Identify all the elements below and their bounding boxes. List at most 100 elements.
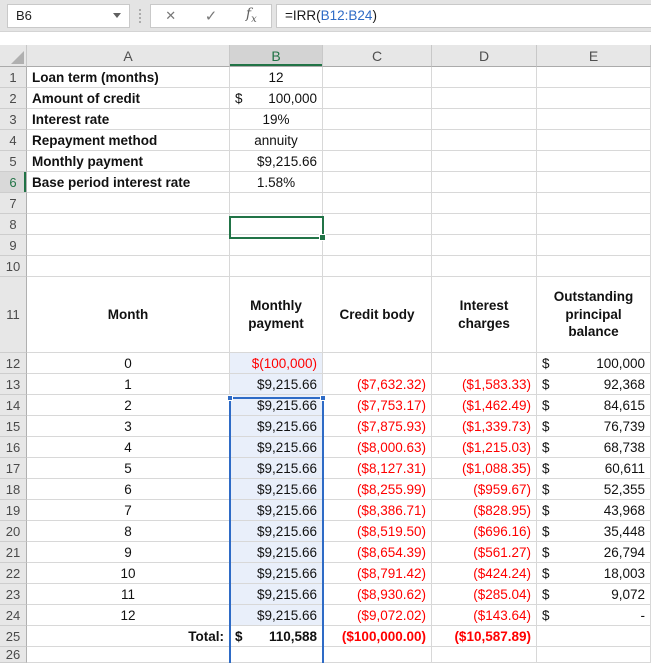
cell-A18[interactable]: 6 bbox=[27, 479, 230, 500]
cell-C21[interactable]: ($8,654.39) bbox=[323, 542, 432, 563]
cell-D24[interactable]: ($143.64) bbox=[432, 605, 537, 626]
row-header-23[interactable]: 23 bbox=[0, 584, 27, 605]
cell-D3[interactable] bbox=[432, 109, 537, 130]
row-header-10[interactable]: 10 bbox=[0, 256, 27, 277]
cell-D22[interactable]: ($424.24) bbox=[432, 563, 537, 584]
row-header-15[interactable]: 15 bbox=[0, 416, 27, 437]
cell-A26[interactable] bbox=[27, 647, 230, 663]
cell-C19[interactable]: ($8,386.71) bbox=[323, 500, 432, 521]
cell-A24[interactable]: 12 bbox=[27, 605, 230, 626]
row-header-11[interactable]: 11 bbox=[0, 277, 27, 353]
cell-A12[interactable]: 0 bbox=[27, 353, 230, 374]
cell-B13[interactable]: $9,215.66 bbox=[230, 374, 323, 395]
cell-A10[interactable] bbox=[27, 256, 230, 277]
cell-A16[interactable]: 4 bbox=[27, 437, 230, 458]
row-header-19[interactable]: 19 bbox=[0, 500, 27, 521]
cell-B10[interactable] bbox=[230, 256, 323, 277]
cell-D20[interactable]: ($696.16) bbox=[432, 521, 537, 542]
cell-C3[interactable] bbox=[323, 109, 432, 130]
cell-A1[interactable]: Loan term (months) bbox=[27, 67, 230, 88]
cell-B2[interactable]: $100,000 bbox=[230, 88, 323, 109]
row-header-8[interactable]: 8 bbox=[0, 214, 27, 235]
cell-A20[interactable]: 8 bbox=[27, 521, 230, 542]
row-header-9[interactable]: 9 bbox=[0, 235, 27, 256]
cell-C1[interactable] bbox=[323, 67, 432, 88]
cell-D19[interactable]: ($828.95) bbox=[432, 500, 537, 521]
cell-E13[interactable]: $92,368 bbox=[537, 374, 651, 395]
cell-D10[interactable] bbox=[432, 256, 537, 277]
range-handle-top-right[interactable] bbox=[320, 395, 326, 401]
cell-D7[interactable] bbox=[432, 193, 537, 214]
cell-B6[interactable]: 1.58% bbox=[230, 172, 323, 193]
cell-D2[interactable] bbox=[432, 88, 537, 109]
row-header-7[interactable]: 7 bbox=[0, 193, 27, 214]
name-box[interactable]: B6 bbox=[7, 3, 130, 28]
cell-D23[interactable]: ($285.04) bbox=[432, 584, 537, 605]
cell-C13[interactable]: ($7,632.32) bbox=[323, 374, 432, 395]
cell-C5[interactable] bbox=[323, 151, 432, 172]
cell-C11[interactable]: Credit body bbox=[323, 277, 432, 353]
cell-C18[interactable]: ($8,255.99) bbox=[323, 479, 432, 500]
row-header-13[interactable]: 13 bbox=[0, 374, 27, 395]
cell-D9[interactable] bbox=[432, 235, 537, 256]
row-header-4[interactable]: 4 bbox=[0, 130, 27, 151]
cell-D26[interactable] bbox=[432, 647, 537, 663]
cell-E5[interactable] bbox=[537, 151, 651, 172]
cell-D6[interactable] bbox=[432, 172, 537, 193]
cell-E16[interactable]: $68,738 bbox=[537, 437, 651, 458]
cell-C8[interactable] bbox=[323, 214, 432, 235]
range-handle-top-left[interactable] bbox=[227, 395, 233, 401]
cell-D1[interactable] bbox=[432, 67, 537, 88]
cell-A3[interactable]: Interest rate bbox=[27, 109, 230, 130]
cell-A15[interactable]: 3 bbox=[27, 416, 230, 437]
cell-A19[interactable]: 7 bbox=[27, 500, 230, 521]
cell-D11[interactable]: Interest charges bbox=[432, 277, 537, 353]
cell-A9[interactable] bbox=[27, 235, 230, 256]
cell-D16[interactable]: ($1,215.03) bbox=[432, 437, 537, 458]
cancel-icon[interactable]: ✕ bbox=[165, 8, 176, 24]
cell-A23[interactable]: 11 bbox=[27, 584, 230, 605]
row-header-14[interactable]: 14 bbox=[0, 395, 27, 416]
cell-C22[interactable]: ($8,791.42) bbox=[323, 563, 432, 584]
cell-E19[interactable]: $43,968 bbox=[537, 500, 651, 521]
cell-C10[interactable] bbox=[323, 256, 432, 277]
cell-A21[interactable]: 9 bbox=[27, 542, 230, 563]
cell-E3[interactable] bbox=[537, 109, 651, 130]
cell-E15[interactable]: $76,739 bbox=[537, 416, 651, 437]
cell-C15[interactable]: ($7,875.93) bbox=[323, 416, 432, 437]
cell-B12[interactable]: $(100,000) bbox=[230, 353, 323, 374]
row-header-26[interactable]: 26 bbox=[0, 647, 27, 663]
cell-E12[interactable]: $100,000 bbox=[537, 353, 651, 374]
column-header-d[interactable]: D bbox=[432, 45, 537, 67]
cell-A8[interactable] bbox=[27, 214, 230, 235]
cell-D13[interactable]: ($1,583.33) bbox=[432, 374, 537, 395]
row-header-24[interactable]: 24 bbox=[0, 605, 27, 626]
cell-C23[interactable]: ($8,930.62) bbox=[323, 584, 432, 605]
cell-E14[interactable]: $84,615 bbox=[537, 395, 651, 416]
cell-C9[interactable] bbox=[323, 235, 432, 256]
cell-D12[interactable] bbox=[432, 353, 537, 374]
cell-E18[interactable]: $52,355 bbox=[537, 479, 651, 500]
cell-C2[interactable] bbox=[323, 88, 432, 109]
cell-E20[interactable]: $35,448 bbox=[537, 521, 651, 542]
cell-C14[interactable]: ($7,753.17) bbox=[323, 395, 432, 416]
cell-B4[interactable]: annuity bbox=[230, 130, 323, 151]
cell-B5[interactable]: $9,215.66 bbox=[230, 151, 323, 172]
cell-A25[interactable]: Total: bbox=[27, 626, 230, 647]
column-header-c[interactable]: C bbox=[323, 45, 432, 67]
cell-B3[interactable]: 19% bbox=[230, 109, 323, 130]
cell-A22[interactable]: 10 bbox=[27, 563, 230, 584]
cell-D4[interactable] bbox=[432, 130, 537, 151]
cell-C16[interactable]: ($8,000.63) bbox=[323, 437, 432, 458]
cell-E24[interactable]: $ - bbox=[537, 605, 651, 626]
cell-E25[interactable] bbox=[537, 626, 651, 647]
cell-A11[interactable]: Month bbox=[27, 277, 230, 353]
row-header-1[interactable]: 1 bbox=[0, 67, 27, 88]
cell-A7[interactable] bbox=[27, 193, 230, 214]
cell-C12[interactable] bbox=[323, 353, 432, 374]
row-header-6[interactable]: 6 bbox=[0, 172, 27, 193]
cell-D17[interactable]: ($1,088.35) bbox=[432, 458, 537, 479]
row-header-5[interactable]: 5 bbox=[0, 151, 27, 172]
cell-E1[interactable] bbox=[537, 67, 651, 88]
cell-E4[interactable] bbox=[537, 130, 651, 151]
